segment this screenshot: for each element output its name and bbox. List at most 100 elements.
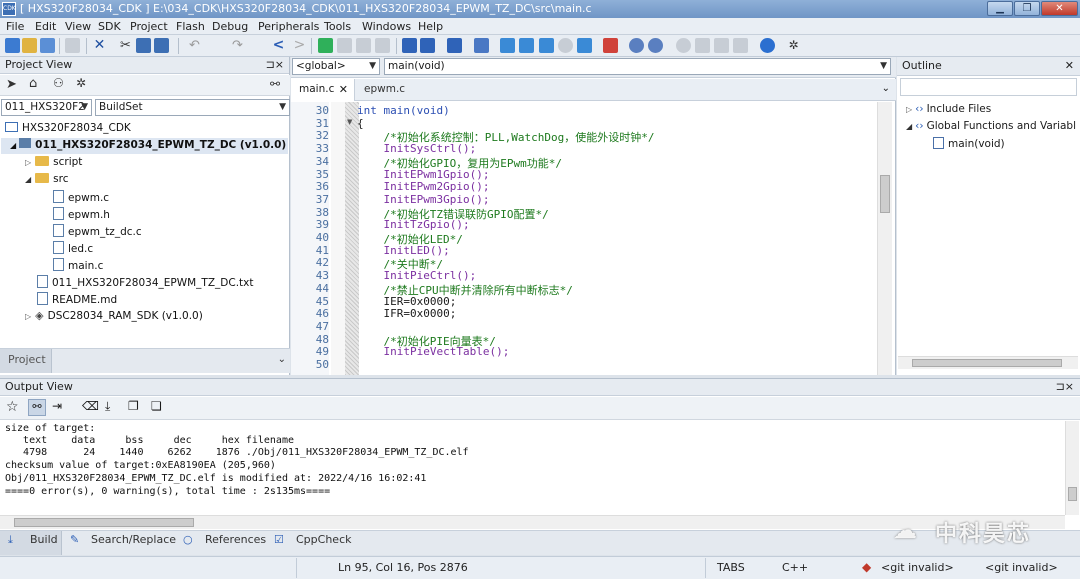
outline-item-function[interactable]: main(void) [933, 137, 1005, 150]
fold-icon[interactable]: ▼ [347, 118, 352, 126]
project-select[interactable]: 011_HXS320F2 ▼ [1, 99, 92, 116]
download-icon[interactable] [539, 38, 554, 53]
tab-main-c[interactable]: main.c ✕ [291, 79, 355, 101]
zoom-out-icon[interactable] [648, 38, 663, 53]
expand-icon[interactable]: ◢ [10, 141, 16, 150]
compile-icon[interactable] [519, 38, 534, 53]
menu-tools[interactable]: Tools [324, 20, 351, 33]
code-line[interactable]: int main(void) [357, 104, 450, 117]
scroll-thumb[interactable] [912, 359, 1062, 367]
menu-project[interactable]: Project [130, 20, 168, 33]
undo-icon[interactable]: ↶ [187, 38, 202, 53]
expand-icon[interactable]: ◢ [25, 175, 31, 184]
panel-pin-icon[interactable]: ⊐× [266, 57, 284, 73]
editor-vscrollbar[interactable] [877, 102, 892, 375]
scroll-thumb[interactable] [1068, 487, 1077, 501]
find-in-files-icon[interactable] [447, 38, 462, 53]
delete-icon[interactable]: ✕ [92, 38, 107, 53]
code-line[interactable]: InitEPwm1Gpio(); [357, 168, 489, 181]
tree-item-file[interactable]: README.md [37, 292, 117, 306]
tree-item-package[interactable]: ▷ ◈ DSC28034_RAM_SDK (v1.0.0) [25, 309, 203, 322]
outline-item-include[interactable]: ▷ ‹› Include Files [906, 103, 991, 115]
save-output-icon[interactable]: ⤓ [105, 399, 110, 414]
menu-flash[interactable]: Flash [176, 20, 205, 33]
tab-build[interactable]: Build [30, 533, 58, 546]
close-button[interactable]: ✕ [1041, 1, 1078, 16]
code-line[interactable]: InitEPwm3Gpio(); [357, 193, 489, 206]
debug-icon[interactable] [603, 38, 618, 53]
menu-help[interactable]: Help [418, 20, 443, 33]
bookmark-clear-icon[interactable] [375, 38, 390, 53]
home-icon[interactable]: ⌂ [29, 76, 37, 91]
redo-icon[interactable]: ↷ [230, 38, 245, 53]
git-branch[interactable]: <git invalid> [985, 561, 1058, 574]
tree-item-project[interactable]: ◢ 011_HXS320F28034_EPWM_TZ_DC (v1.0.0) [1, 138, 288, 154]
collapse-icon[interactable]: ▷ [25, 158, 31, 167]
scope-select[interactable]: <global> ▼ [292, 58, 380, 75]
outline-item-globals[interactable]: ◢ ‹› Global Functions and Variabl [906, 120, 1076, 132]
code-line[interactable]: InitTzGpio(); [357, 218, 469, 231]
tab-cppcheck[interactable]: CppCheck [296, 533, 351, 546]
tabs-mode[interactable]: TABS [717, 561, 745, 574]
code-line[interactable]: InitPieVectTable(); [357, 345, 509, 358]
tree-item-script[interactable]: ▷ script [25, 156, 82, 168]
tree-item-file[interactable]: epwm_tz_dc.c [53, 224, 142, 238]
open-folder-icon[interactable] [22, 38, 37, 53]
menu-view[interactable]: View [65, 20, 91, 33]
tree-item-file[interactable]: epwm.c [53, 190, 109, 204]
tab-search-replace[interactable]: Search/Replace [91, 533, 176, 546]
outline-search-input[interactable] [900, 78, 1077, 96]
step-over-icon[interactable] [714, 38, 729, 53]
menu-sdk[interactable]: SDK [98, 20, 121, 33]
tree-item-file[interactable]: led.c [53, 241, 93, 255]
reload-icon[interactable] [40, 38, 55, 53]
scroll-thumb[interactable] [14, 518, 194, 527]
copy-all-icon[interactable]: ❏ [151, 399, 162, 413]
copy-icon[interactable]: ❐ [128, 399, 139, 413]
locate-icon[interactable]: ➤ [6, 77, 17, 92]
tree-item-src[interactable]: ◢ src [25, 173, 69, 185]
copy-icon[interactable] [136, 38, 151, 53]
chevron-down-icon[interactable]: ⌄ [882, 83, 890, 94]
function-select[interactable]: main(void) ▼ [384, 58, 891, 75]
bookmark-prev-icon[interactable] [337, 38, 352, 53]
collapse-icon[interactable]: ▷ [906, 105, 912, 114]
tab-epwm-c[interactable]: epwm.c [356, 79, 426, 101]
project-tab[interactable]: Project [0, 349, 52, 373]
panel-pin-icon[interactable]: ⊐× [1056, 379, 1074, 395]
star-icon[interactable]: ☆ [6, 399, 19, 415]
flash-erase-icon[interactable] [577, 38, 592, 53]
menu-edit[interactable]: Edit [35, 20, 56, 33]
code-area[interactable] [0, 0, 1, 1]
git-status[interactable]: <git invalid> [881, 561, 954, 574]
code-line[interactable]: { [357, 117, 364, 130]
bookmark-icon[interactable] [318, 38, 333, 53]
cut-icon[interactable]: ✂ [118, 38, 133, 53]
link-icon[interactable]: ⚯ [28, 399, 46, 416]
zoom-in-icon[interactable] [629, 38, 644, 53]
code-line[interactable]: IER=0x0000; [357, 295, 456, 308]
clear-icon[interactable]: ⌫ [82, 399, 99, 413]
indent-icon[interactable]: ⇥ [52, 399, 62, 413]
code-line[interactable]: InitSysCtrl(); [357, 142, 476, 155]
menu-debug[interactable]: Debug [212, 20, 248, 33]
tree-item-file[interactable]: main.c [53, 258, 103, 272]
bug-icon[interactable]: ✲ [76, 76, 86, 90]
output-vscrollbar[interactable] [1065, 421, 1079, 515]
menu-file[interactable]: File [6, 20, 24, 33]
chevron-down-icon[interactable]: ⌄ [278, 354, 286, 365]
save-icon[interactable] [65, 38, 80, 53]
new-file-icon[interactable] [5, 38, 20, 53]
rebuild-icon[interactable] [500, 38, 515, 53]
collapse-icon[interactable]: ▷ [25, 312, 31, 321]
bug-icon[interactable]: ✲ [786, 38, 801, 53]
language-mode[interactable]: C++ [782, 561, 808, 574]
restore-button[interactable]: ❐ [1014, 1, 1040, 16]
tree-item-file[interactable]: 011_HXS320F28034_EPWM_TZ_DC.txt [37, 275, 254, 289]
step-into-icon[interactable] [695, 38, 710, 53]
link-icon[interactable]: ⚯ [270, 77, 280, 91]
people-icon[interactable]: ⚇ [53, 76, 64, 90]
outline-hscrollbar[interactable] [898, 356, 1078, 369]
expand-icon[interactable]: ◢ [906, 122, 912, 131]
code-line[interactable]: InitEPwm2Gpio(); [357, 180, 489, 193]
